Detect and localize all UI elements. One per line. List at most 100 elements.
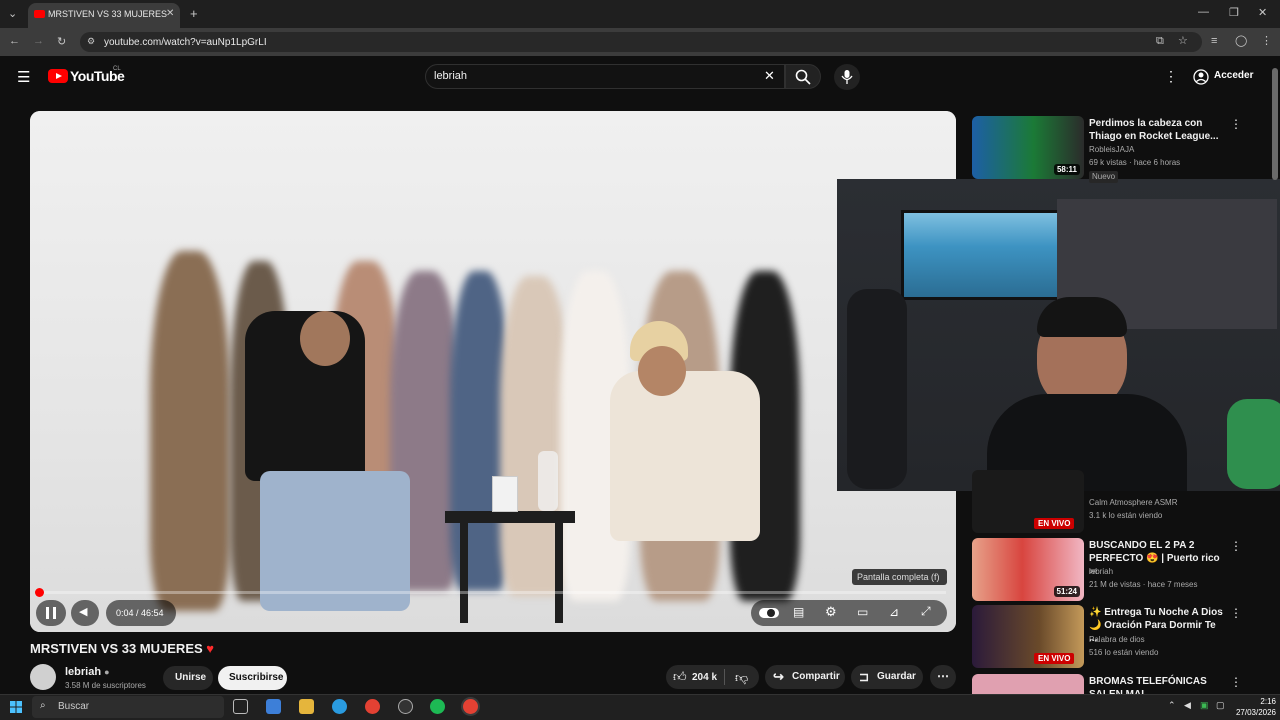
close-window-icon[interactable]: ✕ <box>1258 6 1267 19</box>
profile-icon[interactable]: ◯ <box>1235 34 1247 47</box>
live-badge: EN VIVO <box>1034 653 1075 664</box>
tray-expand-icon[interactable]: ⌃ <box>1168 700 1176 711</box>
new-badge: Nuevo <box>1089 171 1119 183</box>
install-app-icon[interactable]: ⧉ <box>1156 35 1164 48</box>
fullscreen-tooltip: Pantalla completa (f) <box>852 569 947 585</box>
share-icon: ↪ <box>773 669 784 684</box>
search-button[interactable] <box>785 64 821 89</box>
browser-tab[interactable]: MRSTIVEN VS 33 MUJERES ✕ <box>28 3 180 28</box>
taskbar-search-icon: ⌕ <box>40 700 46 711</box>
subscribe-button[interactable]: Suscribirse <box>218 666 287 690</box>
autoplay-toggle[interactable] <box>759 608 779 618</box>
channel-name[interactable]: lebriah ● <box>65 666 110 678</box>
subscriber-count: 3.58 M de suscriptores <box>65 681 146 690</box>
related-thumbnail-5[interactable] <box>972 674 1084 694</box>
menu-hamburger-icon[interactable]: ☰ <box>17 68 30 86</box>
fullscreen-icon[interactable]: ⤢ <box>921 604 931 619</box>
right-controls <box>751 600 947 626</box>
obs-icon[interactable] <box>398 699 413 714</box>
back-icon[interactable]: ← <box>9 35 20 47</box>
duration-badge: 58:11 <box>1053 164 1080 175</box>
related-channel-2[interactable]: Calm Atmosphere ASMR <box>1089 497 1177 509</box>
video-title: MRSTIVEN VS 33 MUJERES ♥ <box>30 641 214 656</box>
related-thumbnail-3[interactable]: 51:24 <box>972 538 1084 601</box>
related-channel-4[interactable]: Palabra de dios <box>1089 634 1145 646</box>
share-button[interactable]: ↪ Compartir <box>765 665 845 689</box>
webcam-monitor <box>901 210 1061 300</box>
search-icon <box>795 69 811 85</box>
chrome-icon[interactable] <box>365 699 380 714</box>
video-player[interactable] <box>30 111 956 632</box>
related-menu-icon[interactable]: ⋮ <box>1230 606 1242 620</box>
page-scrollbar[interactable] <box>1272 68 1278 180</box>
heart-icon: ♥ <box>206 641 214 656</box>
store-icon[interactable] <box>266 699 281 714</box>
tab-title: MRSTIVEN VS 33 MUJERES <box>48 9 168 19</box>
like-count[interactable]: 204 k <box>692 672 717 683</box>
bookmark-star-icon[interactable]: ☆ <box>1178 34 1188 47</box>
task-view-icon[interactable] <box>233 699 248 714</box>
close-tab-icon[interactable]: ✕ <box>166 8 174 19</box>
media-controls-icon[interactable]: ≡ <box>1211 35 1217 47</box>
more-actions-button[interactable]: ⋯ <box>930 665 956 689</box>
site-info-icon[interactable]: ⚙ <box>87 36 95 47</box>
forward-icon[interactable]: → <box>33 35 44 47</box>
related-thumbnail-1[interactable]: 58:11 <box>972 116 1084 179</box>
clear-search-icon[interactable]: ✕ <box>764 68 775 84</box>
search-input[interactable] <box>425 64 785 89</box>
related-thumbnail-2[interactable]: EN VIVO <box>972 470 1084 533</box>
settings-gear-icon[interactable]: ⚙ <box>825 604 837 620</box>
streamer-webcam <box>837 179 1280 491</box>
youtube-logo-icon[interactable] <box>48 69 68 83</box>
spotify-icon[interactable] <box>430 699 445 714</box>
join-button[interactable]: Unirse <box>163 666 213 690</box>
chrome-active-icon[interactable] <box>463 699 478 714</box>
related-menu-icon[interactable]: ⋮ <box>1230 117 1242 131</box>
related-meta-4: 516 lo están viendo <box>1089 648 1159 657</box>
volume-button[interactable]: ◀ <box>71 600 99 626</box>
related-title-1[interactable]: Perdimos la cabeza con Thiago en Rocket … <box>1089 117 1224 143</box>
tab-search-icon[interactable]: ⌄ <box>8 7 17 20</box>
related-menu-icon[interactable]: ⋮ <box>1230 539 1242 553</box>
file-explorer-icon[interactable] <box>299 699 314 714</box>
minimize-icon[interactable]: — <box>1198 6 1209 18</box>
related-channel-3[interactable]: lebriah <box>1089 566 1113 578</box>
network-icon[interactable]: ▣ <box>1200 700 1209 711</box>
url-text: youtube.com/watch?v=auNp1LpGrLI <box>104 37 267 48</box>
related-meta-1: 69 k vistas · hace 6 horas <box>1089 158 1181 167</box>
taskbar-search-label: Buscar <box>58 701 90 712</box>
cast-icon[interactable]: ⊿ <box>889 605 899 619</box>
verified-icon: ● <box>104 667 110 677</box>
edge-icon[interactable] <box>332 699 347 714</box>
voice-search-button[interactable] <box>834 64 860 90</box>
dislike-icon[interactable]: 👎︎ <box>735 670 748 686</box>
video-table <box>445 511 575 523</box>
subtitles-icon[interactable]: ▤ <box>793 605 804 619</box>
restore-icon[interactable]: ❐ <box>1229 6 1239 19</box>
browser-menu-icon[interactable]: ⋮ <box>1261 34 1272 47</box>
miniplayer-icon[interactable]: ▭ <box>857 605 868 619</box>
notification-icon[interactable]: ▢ <box>1216 700 1225 711</box>
bookmark-icon: ⊐ <box>859 670 870 684</box>
video-frame <box>30 111 956 632</box>
related-menu-icon[interactable]: ⋮ <box>1230 675 1242 689</box>
channel-avatar[interactable] <box>30 664 56 690</box>
new-tab-icon[interactable]: + <box>190 6 198 21</box>
pause-icon <box>46 607 49 619</box>
reload-icon[interactable]: ↻ <box>57 35 66 48</box>
signin-button[interactable]: Acceder <box>1187 65 1257 89</box>
play-pause-button[interactable] <box>36 600 66 626</box>
settings-kebab-icon[interactable]: ⋮ <box>1164 68 1178 85</box>
taskbar-clock[interactable]: 2:16 27/03/2026 <box>1230 696 1276 718</box>
related-channel-1[interactable]: RobleisJAJA <box>1089 144 1134 156</box>
live-badge: EN VIVO <box>1034 518 1075 529</box>
country-code: CL <box>113 66 121 72</box>
windows-start-icon[interactable] <box>10 701 22 713</box>
related-thumbnail-4[interactable]: EN VIVO <box>972 605 1084 668</box>
more-icon: ⋯ <box>937 669 949 683</box>
save-button[interactable]: ⊐ Guardar <box>851 665 923 689</box>
microphone-icon <box>841 70 853 84</box>
progress-bar[interactable] <box>38 591 946 594</box>
like-icon[interactable]: 👍︎ <box>673 669 687 685</box>
speaker-icon[interactable]: ◀ <box>1184 700 1191 711</box>
